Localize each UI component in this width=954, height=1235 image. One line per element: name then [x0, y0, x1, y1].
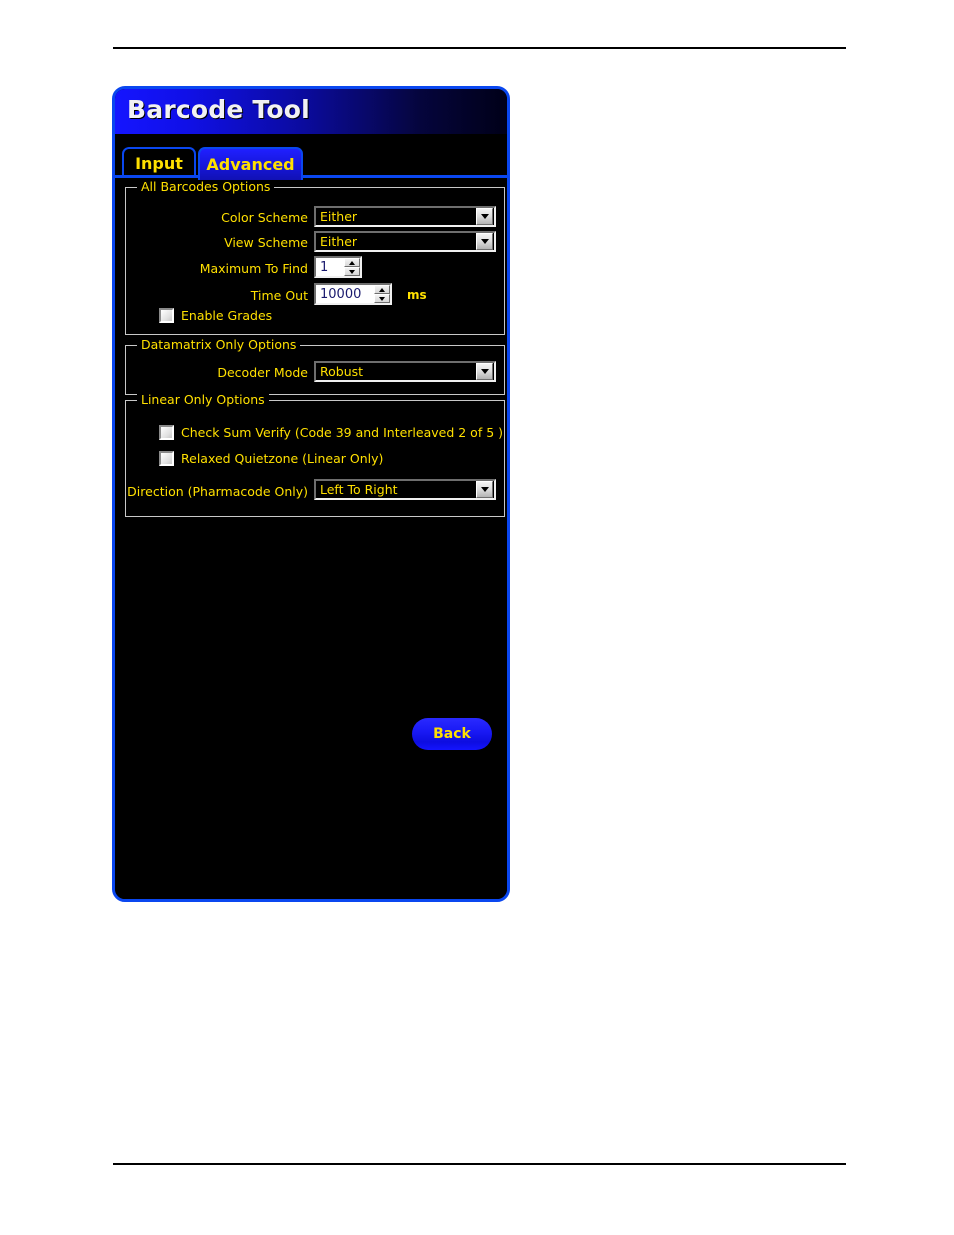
spinner-up-icon[interactable]	[344, 258, 360, 267]
combo-color-scheme[interactable]: Either	[314, 206, 496, 227]
checkbox-check-sum-verify[interactable]	[159, 425, 174, 440]
group-linear-legend: Linear Only Options	[137, 392, 269, 407]
group-linear-only-options: Linear Only Options Check Sum Verify (Co…	[125, 392, 505, 517]
chevron-down-icon[interactable]	[476, 363, 493, 380]
combo-decoder-mode[interactable]: Robust	[314, 361, 496, 382]
chevron-down-icon[interactable]	[476, 481, 493, 498]
label-decoder-mode: Decoder Mode	[217, 365, 308, 380]
checkbox-row-check-sum-verify[interactable]: Check Sum Verify (Code 39 and Interleave…	[159, 425, 503, 440]
window-title: Barcode Tool	[127, 95, 310, 124]
checkbox-relaxed-quietzone[interactable]	[159, 451, 174, 466]
tab-strip: Input Advanced	[115, 147, 507, 180]
combo-view-scheme-value: Either	[320, 234, 358, 249]
combo-direction[interactable]: Left To Right	[314, 479, 496, 500]
spinner-up-icon[interactable]	[374, 285, 390, 294]
combo-direction-value: Left To Right	[320, 482, 398, 497]
checkbox-check-sum-verify-label: Check Sum Verify (Code 39 and Interleave…	[181, 425, 503, 440]
checkbox-row-enable-grades[interactable]: Enable Grades	[159, 308, 272, 323]
combo-view-scheme[interactable]: Either	[314, 231, 496, 252]
combo-color-scheme-value: Either	[320, 209, 358, 224]
combo-decoder-mode-value: Robust	[320, 364, 364, 379]
label-time-out: Time Out	[250, 288, 308, 303]
spinner-maximum-to-find-buttons	[344, 258, 360, 276]
group-datamatrix-only-options: Datamatrix Only Options Decoder Mode Rob…	[125, 337, 505, 395]
checkbox-row-relaxed-quietzone[interactable]: Relaxed Quietzone (Linear Only)	[159, 451, 383, 466]
tab-content-advanced: All Barcodes Options Color Scheme Either…	[115, 178, 507, 899]
spinner-down-icon[interactable]	[344, 267, 360, 276]
chevron-down-icon[interactable]	[476, 208, 493, 225]
spinner-maximum-to-find-value[interactable]: 1	[316, 258, 344, 276]
tab-input-label: Input	[135, 153, 183, 173]
tab-input[interactable]: Input	[122, 147, 196, 177]
page-header-rule	[113, 47, 846, 49]
window-title-bar: Barcode Tool	[115, 89, 507, 134]
barcode-tool-window: Barcode Tool Input Advanced All Barcodes…	[112, 86, 510, 902]
group-all-barcodes-legend: All Barcodes Options	[137, 179, 275, 194]
spinner-down-icon[interactable]	[374, 294, 390, 303]
spinner-time-out[interactable]: 10000	[314, 283, 392, 305]
label-color-scheme: Color Scheme	[221, 210, 308, 225]
tab-advanced[interactable]: Advanced	[198, 147, 303, 180]
checkbox-enable-grades[interactable]	[159, 308, 174, 323]
spinner-maximum-to-find[interactable]: 1	[314, 256, 362, 278]
checkbox-enable-grades-label: Enable Grades	[181, 308, 273, 323]
tab-advanced-label: Advanced	[206, 155, 295, 174]
label-view-scheme: View Scheme	[224, 235, 308, 250]
checkbox-relaxed-quietzone-label: Relaxed Quietzone (Linear Only)	[181, 451, 384, 466]
label-time-out-unit: ms	[407, 288, 427, 302]
spinner-time-out-value[interactable]: 10000	[316, 285, 374, 303]
back-button-label: Back	[433, 726, 471, 742]
back-button[interactable]: Back	[412, 718, 492, 750]
group-all-barcodes-options: All Barcodes Options Color Scheme Either…	[125, 179, 505, 335]
group-datamatrix-legend: Datamatrix Only Options	[137, 337, 301, 352]
chevron-down-icon[interactable]	[476, 233, 493, 250]
page-footer-rule	[113, 1163, 846, 1165]
label-direction: Direction (Pharmacode Only)	[127, 484, 308, 499]
spinner-time-out-buttons	[374, 285, 390, 303]
label-maximum-to-find: Maximum To Find	[199, 261, 308, 276]
